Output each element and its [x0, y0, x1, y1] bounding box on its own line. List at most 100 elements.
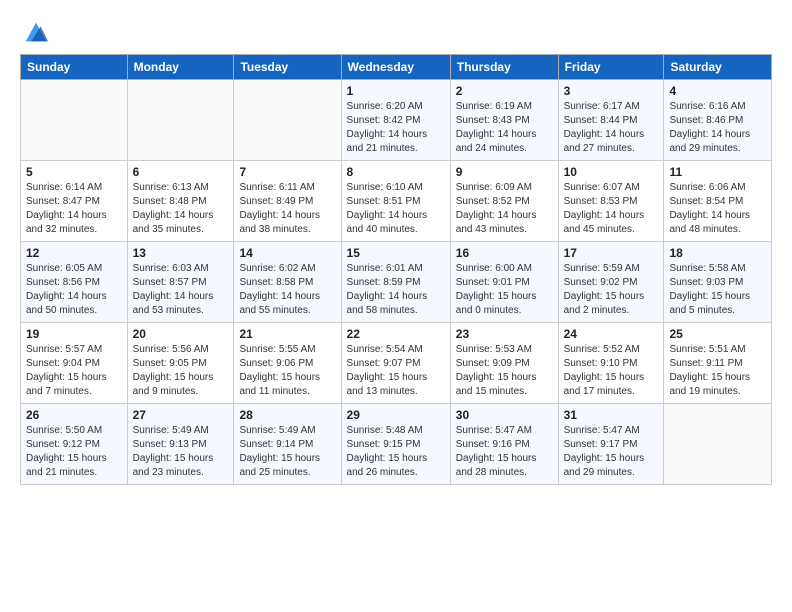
- day-header-tuesday: Tuesday: [234, 55, 341, 80]
- day-number: 17: [564, 246, 659, 260]
- calendar-cell: 17 Sunrise: 5:59 AM Sunset: 9:02 PM Dayli…: [558, 242, 664, 323]
- calendar-cell: 22Sunrise: 5:54 AM Sunset: 9:07 PM Dayli…: [341, 323, 450, 404]
- cell-content: Sunrise: 6:07 AM Sunset: 8:53 PM Dayligh…: [564, 181, 659, 237]
- cell-content: Sunrise: 6:10 AM Sunset: 8:51 PM Dayligh…: [347, 181, 445, 237]
- day-number: 1: [347, 84, 445, 98]
- day-header-sunday: Sunday: [21, 55, 128, 80]
- calendar-cell: 26 Sunrise: 5:50 AM Sunset: 9:12 PM Dayli…: [21, 404, 128, 485]
- cell-content: Sunrise: 5:48 AM Sunset: 9:15 PM Dayligh…: [347, 424, 445, 480]
- calendar-cell: 25 Sunrise: 5:51 AM Sunset: 9:11 PM Dayli…: [664, 323, 772, 404]
- calendar-cell: 12 Sunrise: 6:05 AM Sunset: 8:56 PM Dayli…: [21, 242, 128, 323]
- day-header-friday: Friday: [558, 55, 664, 80]
- day-number: 12: [26, 246, 122, 260]
- day-number: 2: [456, 84, 553, 98]
- day-number: 28: [239, 408, 335, 422]
- day-number: 7: [239, 165, 335, 179]
- cell-content: Sunrise: 6:09 AM Sunset: 8:52 PM Dayligh…: [456, 181, 553, 237]
- calendar-cell: 7 Sunrise: 6:11 AM Sunset: 8:49 PM Daylig…: [234, 161, 341, 242]
- day-number: 13: [133, 246, 229, 260]
- calendar-cell: [234, 80, 341, 161]
- calendar-cell: 15 Sunrise: 6:01 AM Sunset: 8:59 PM Dayli…: [341, 242, 450, 323]
- calendar-cell: 21Sunrise: 5:55 AM Sunset: 9:06 PM Dayli…: [234, 323, 341, 404]
- day-number: 5: [26, 165, 122, 179]
- calendar-cell: 4 Sunrise: 6:16 AM Sunset: 8:46 PM Daylig…: [664, 80, 772, 161]
- cell-content: Sunrise: 5:58 AM Sunset: 9:03 PM Dayligh…: [669, 262, 766, 318]
- calendar-cell: 29 Sunrise: 5:48 AM Sunset: 9:15 PM Dayli…: [341, 404, 450, 485]
- calendar-cell: 3 Sunrise: 6:17 AM Sunset: 8:44 PM Daylig…: [558, 80, 664, 161]
- day-number: 31: [564, 408, 659, 422]
- calendar-cell: 8 Sunrise: 6:10 AM Sunset: 8:51 PM Daylig…: [341, 161, 450, 242]
- cell-content: Sunrise: 6:13 AM Sunset: 8:48 PM Dayligh…: [133, 181, 229, 237]
- header: [20, 18, 772, 42]
- calendar-cell: 31 Sunrise: 5:47 AM Sunset: 9:17 PM Dayli…: [558, 404, 664, 485]
- day-number: 25: [669, 327, 766, 341]
- day-number: 18: [669, 246, 766, 260]
- calendar-cell: 6 Sunrise: 6:13 AM Sunset: 8:48 PM Daylig…: [127, 161, 234, 242]
- calendar-cell: 23 Sunrise: 5:53 AM Sunset: 9:09 PM Dayli…: [450, 323, 558, 404]
- calendar-cell: 27 Sunrise: 5:49 AM Sunset: 9:13 PM Dayli…: [127, 404, 234, 485]
- cell-content: Sunrise: 5:59 AM Sunset: 9:02 PM Dayligh…: [564, 262, 659, 318]
- calendar-cell: 2 Sunrise: 6:19 AM Sunset: 8:43 PM Daylig…: [450, 80, 558, 161]
- day-number: 3: [564, 84, 659, 98]
- day-number: 24: [564, 327, 659, 341]
- cell-content: Sunrise: 6:01 AM Sunset: 8:59 PM Dayligh…: [347, 262, 445, 318]
- cell-content: Sunrise: 5:53 AM Sunset: 9:09 PM Dayligh…: [456, 343, 553, 399]
- calendar-cell: [664, 404, 772, 485]
- cell-content: Sunrise: 6:03 AM Sunset: 8:57 PM Dayligh…: [133, 262, 229, 318]
- day-number: 29: [347, 408, 445, 422]
- cell-content: Sunrise: 6:05 AM Sunset: 8:56 PM Dayligh…: [26, 262, 122, 318]
- cell-content: Sunrise: 6:16 AM Sunset: 8:46 PM Dayligh…: [669, 100, 766, 156]
- calendar-cell: 24 Sunrise: 5:52 AM Sunset: 9:10 PM Dayli…: [558, 323, 664, 404]
- day-number: 15: [347, 246, 445, 260]
- calendar-cell: 1Sunrise: 6:20 AM Sunset: 8:42 PM Daylig…: [341, 80, 450, 161]
- cell-content: Sunrise: 5:49 AM Sunset: 9:14 PM Dayligh…: [239, 424, 335, 480]
- day-number: 4: [669, 84, 766, 98]
- cell-content: Sunrise: 6:17 AM Sunset: 8:44 PM Dayligh…: [564, 100, 659, 156]
- week-row-2: 5Sunrise: 6:14 AM Sunset: 8:47 PM Daylig…: [21, 161, 772, 242]
- cell-content: Sunrise: 6:19 AM Sunset: 8:43 PM Dayligh…: [456, 100, 553, 156]
- day-number: 27: [133, 408, 229, 422]
- header-row: SundayMondayTuesdayWednesdayThursdayFrid…: [21, 55, 772, 80]
- cell-content: Sunrise: 5:51 AM Sunset: 9:11 PM Dayligh…: [669, 343, 766, 399]
- cell-content: Sunrise: 6:11 AM Sunset: 8:49 PM Dayligh…: [239, 181, 335, 237]
- cell-content: Sunrise: 5:52 AM Sunset: 9:10 PM Dayligh…: [564, 343, 659, 399]
- logo-icon: [22, 18, 50, 46]
- cell-content: Sunrise: 5:49 AM Sunset: 9:13 PM Dayligh…: [133, 424, 229, 480]
- cell-content: Sunrise: 5:54 AM Sunset: 9:07 PM Dayligh…: [347, 343, 445, 399]
- calendar-cell: 18 Sunrise: 5:58 AM Sunset: 9:03 PM Dayli…: [664, 242, 772, 323]
- calendar-cell: 20Sunrise: 5:56 AM Sunset: 9:05 PM Dayli…: [127, 323, 234, 404]
- calendar-cell: 10Sunrise: 6:07 AM Sunset: 8:53 PM Dayli…: [558, 161, 664, 242]
- cell-content: Sunrise: 6:06 AM Sunset: 8:54 PM Dayligh…: [669, 181, 766, 237]
- calendar-table: SundayMondayTuesdayWednesdayThursdayFrid…: [20, 54, 772, 485]
- cell-content: Sunrise: 5:56 AM Sunset: 9:05 PM Dayligh…: [133, 343, 229, 399]
- week-row-3: 12 Sunrise: 6:05 AM Sunset: 8:56 PM Dayli…: [21, 242, 772, 323]
- day-number: 16: [456, 246, 553, 260]
- cell-content: Sunrise: 5:47 AM Sunset: 9:17 PM Dayligh…: [564, 424, 659, 480]
- calendar-cell: 5Sunrise: 6:14 AM Sunset: 8:47 PM Daylig…: [21, 161, 128, 242]
- calendar-cell: 30Sunrise: 5:47 AM Sunset: 9:16 PM Dayli…: [450, 404, 558, 485]
- week-row-4: 19Sunrise: 5:57 AM Sunset: 9:04 PM Dayli…: [21, 323, 772, 404]
- day-number: 21: [239, 327, 335, 341]
- cell-content: Sunrise: 5:57 AM Sunset: 9:04 PM Dayligh…: [26, 343, 122, 399]
- day-header-thursday: Thursday: [450, 55, 558, 80]
- day-number: 14: [239, 246, 335, 260]
- day-header-wednesday: Wednesday: [341, 55, 450, 80]
- cell-content: Sunrise: 6:00 AM Sunset: 9:01 PM Dayligh…: [456, 262, 553, 318]
- calendar-cell: 14 Sunrise: 6:02 AM Sunset: 8:58 PM Dayli…: [234, 242, 341, 323]
- calendar-cell: 28 Sunrise: 5:49 AM Sunset: 9:14 PM Dayli…: [234, 404, 341, 485]
- cell-content: Sunrise: 5:50 AM Sunset: 9:12 PM Dayligh…: [26, 424, 122, 480]
- cell-content: Sunrise: 5:47 AM Sunset: 9:16 PM Dayligh…: [456, 424, 553, 480]
- logo: [20, 18, 50, 42]
- calendar-cell: 13 Sunrise: 6:03 AM Sunset: 8:57 PM Dayli…: [127, 242, 234, 323]
- calendar-cell: 19Sunrise: 5:57 AM Sunset: 9:04 PM Dayli…: [21, 323, 128, 404]
- week-row-5: 26 Sunrise: 5:50 AM Sunset: 9:12 PM Dayli…: [21, 404, 772, 485]
- day-number: 8: [347, 165, 445, 179]
- day-number: 6: [133, 165, 229, 179]
- day-header-saturday: Saturday: [664, 55, 772, 80]
- calendar-cell: [21, 80, 128, 161]
- calendar-cell: [127, 80, 234, 161]
- calendar-cell: 9Sunrise: 6:09 AM Sunset: 8:52 PM Daylig…: [450, 161, 558, 242]
- day-number: 26: [26, 408, 122, 422]
- day-number: 23: [456, 327, 553, 341]
- cell-content: Sunrise: 6:02 AM Sunset: 8:58 PM Dayligh…: [239, 262, 335, 318]
